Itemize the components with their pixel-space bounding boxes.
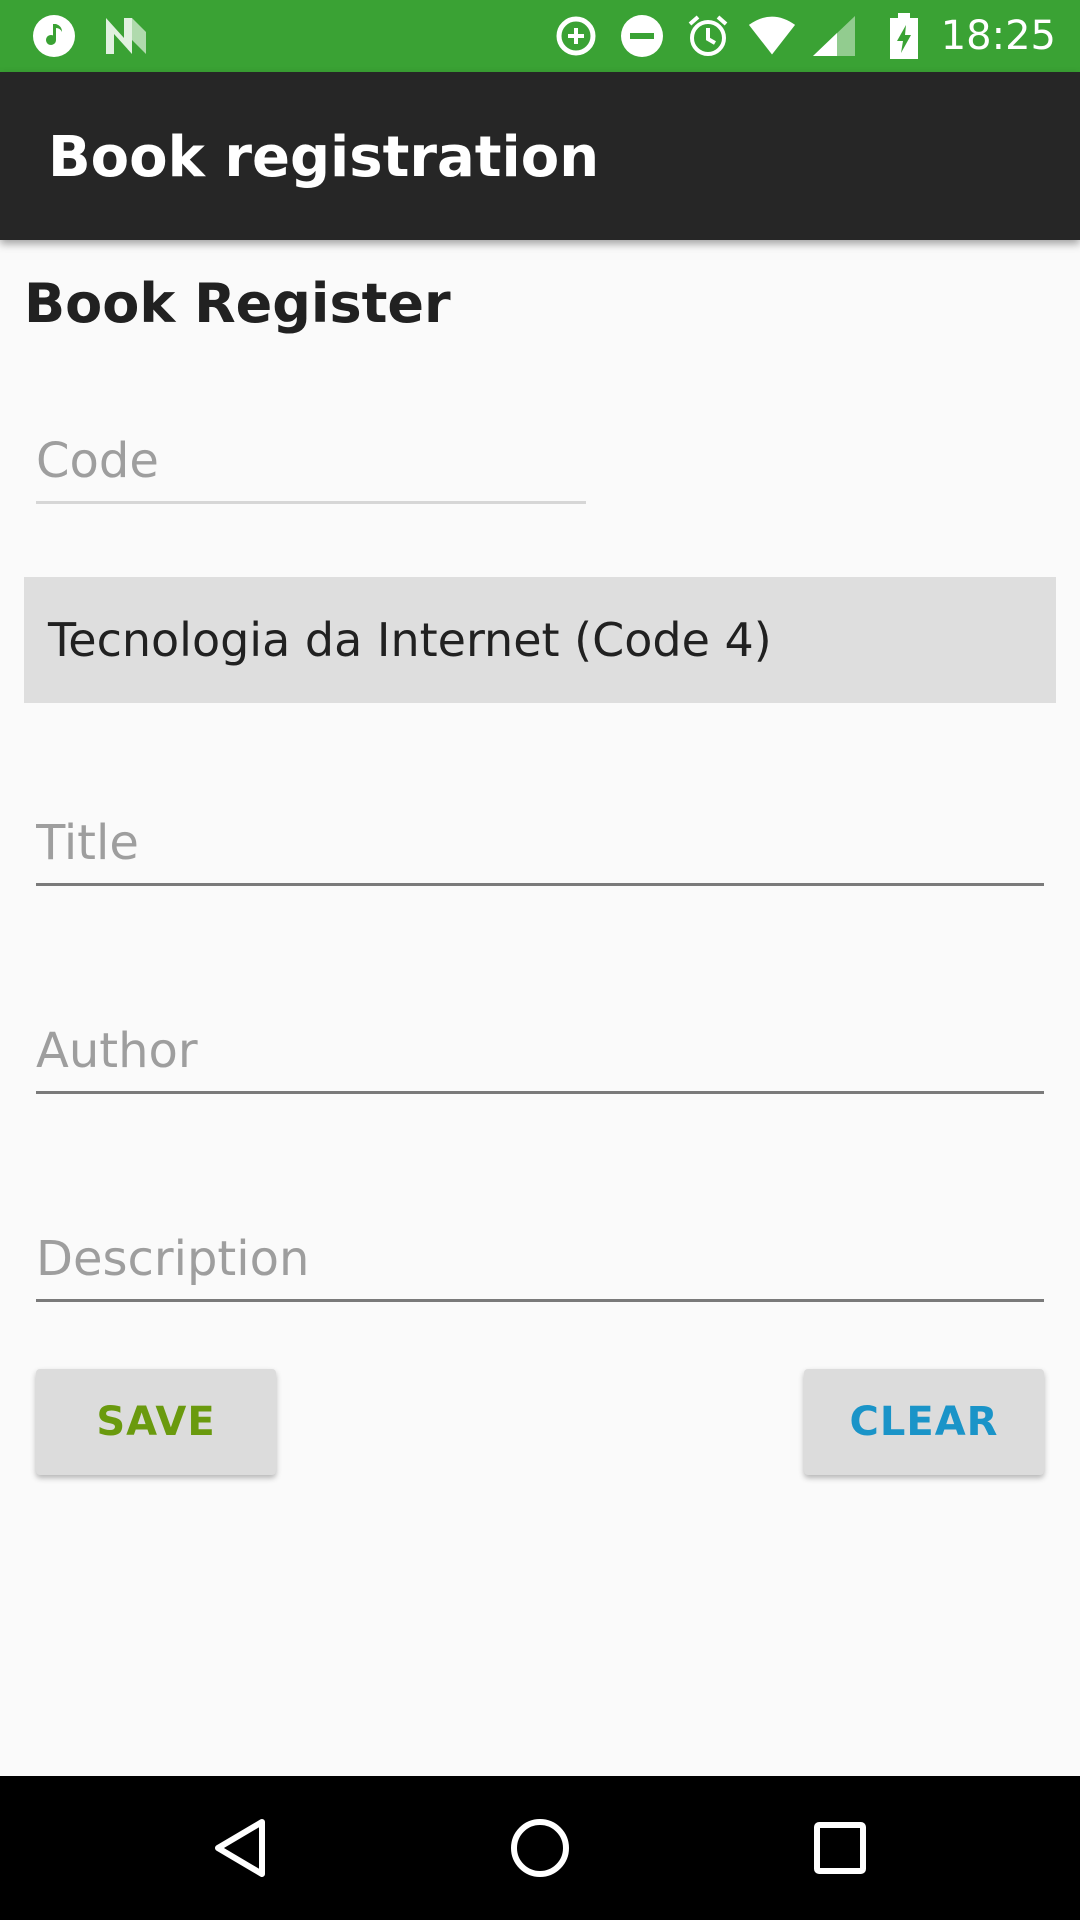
- author-input[interactable]: [36, 1020, 1044, 1094]
- alarm-icon: [684, 12, 732, 60]
- n-logo-icon: [102, 12, 150, 60]
- status-time: 18:25: [940, 13, 1056, 59]
- recents-icon[interactable]: [804, 1812, 876, 1884]
- category-spinner[interactable]: Tecnologia da Internet (Code 4): [24, 577, 1056, 703]
- navigation-bar: [0, 1776, 1080, 1920]
- music-note-icon: [30, 12, 78, 60]
- app-bar-title: Book registration: [48, 125, 600, 190]
- screen: 18:25 Book registration Book Register Te…: [0, 0, 1080, 1920]
- code-input[interactable]: [36, 430, 586, 504]
- data-saver-icon: [552, 12, 600, 60]
- title-input[interactable]: [36, 812, 1044, 886]
- description-input[interactable]: [36, 1228, 1044, 1302]
- save-button[interactable]: SAVE: [36, 1369, 276, 1475]
- status-bar: 18:25: [0, 0, 1080, 72]
- app-bar: Book registration: [0, 72, 1080, 240]
- clear-button[interactable]: CLEAR: [804, 1369, 1044, 1475]
- signal-icon: [810, 12, 858, 60]
- do-not-disturb-icon: [618, 12, 666, 60]
- back-icon[interactable]: [204, 1812, 276, 1884]
- page-title: Book Register: [24, 272, 451, 335]
- home-icon[interactable]: [504, 1812, 576, 1884]
- category-selected-value: Tecnologia da Internet (Code 4): [48, 613, 772, 667]
- wifi-icon: [748, 12, 796, 60]
- battery-charging-icon: [880, 12, 928, 60]
